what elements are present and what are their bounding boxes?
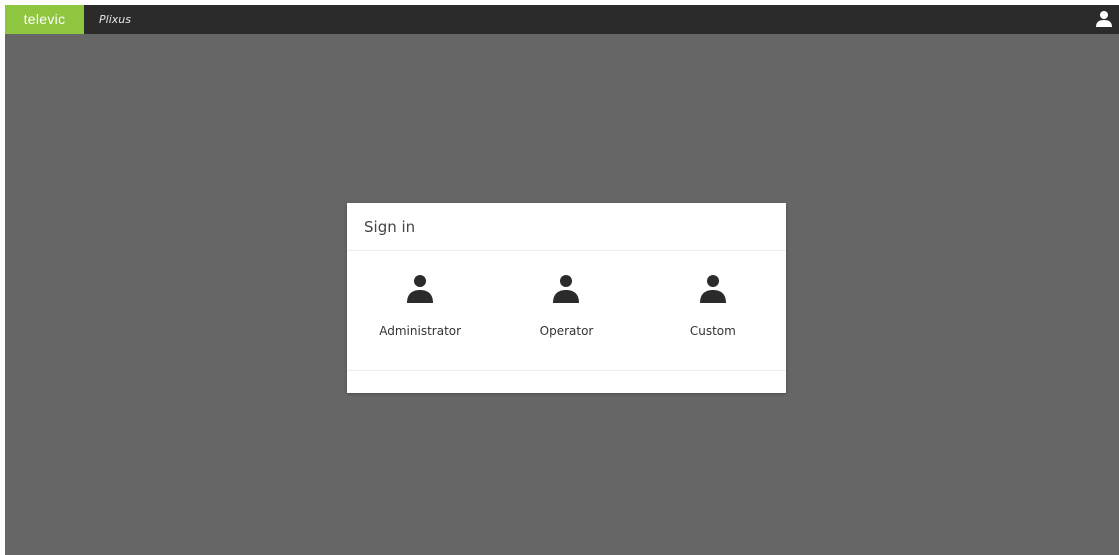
custom-option[interactable]: Custom	[640, 251, 786, 370]
app-name: Plixus	[99, 13, 131, 26]
administrator-option[interactable]: Administrator	[347, 251, 493, 370]
dialog-footer	[347, 371, 786, 392]
user-icon	[406, 274, 434, 304]
televic-logo[interactable]: televic	[5, 5, 84, 34]
option-label: Administrator	[379, 324, 462, 338]
user-icon	[699, 274, 727, 304]
user-icon	[1096, 11, 1112, 27]
top-bar: televic Plixus	[5, 5, 1119, 34]
dialog-title: Sign in	[364, 217, 416, 236]
option-label: Custom	[689, 324, 736, 338]
user-icon	[552, 274, 580, 304]
role-options: Administrator Operator Custom	[347, 251, 786, 371]
operator-option[interactable]: Operator	[493, 251, 639, 370]
sign-in-dialog: Sign in Administrator Operator Custom	[347, 203, 786, 393]
option-label: Operator	[539, 324, 594, 338]
app-window: televic Plixus Sign in Administrator Ope…	[5, 5, 1119, 555]
user-menu-button[interactable]	[1095, 10, 1113, 28]
dialog-header: Sign in	[347, 203, 786, 251]
